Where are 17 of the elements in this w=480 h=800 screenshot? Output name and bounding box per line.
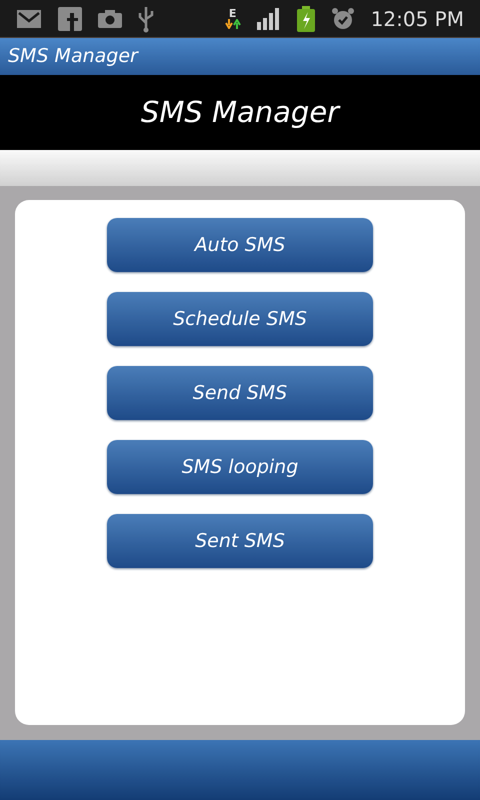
network-type-label: E xyxy=(228,8,236,19)
data-arrows-icon xyxy=(224,19,241,29)
camera-icon xyxy=(98,8,122,28)
menu-button[interactable]: Sent SMS xyxy=(107,514,373,568)
menu-button[interactable]: Schedule SMS xyxy=(107,292,373,346)
signal-icon xyxy=(256,8,281,30)
header-title: SMS Manager xyxy=(140,94,340,131)
square-icon xyxy=(58,6,82,30)
menu-button[interactable]: Send SMS xyxy=(107,366,373,420)
clock-time: 12:05 PM xyxy=(370,6,464,32)
alarm-clock-icon xyxy=(330,6,355,30)
mail-icon xyxy=(16,8,42,28)
usb-icon xyxy=(138,4,154,32)
menu-button[interactable]: Auto SMS xyxy=(107,218,373,272)
title-bar-title: SMS Manager xyxy=(8,44,138,70)
menu-button[interactable]: SMS looping xyxy=(107,440,373,494)
battery-icon xyxy=(296,6,315,32)
